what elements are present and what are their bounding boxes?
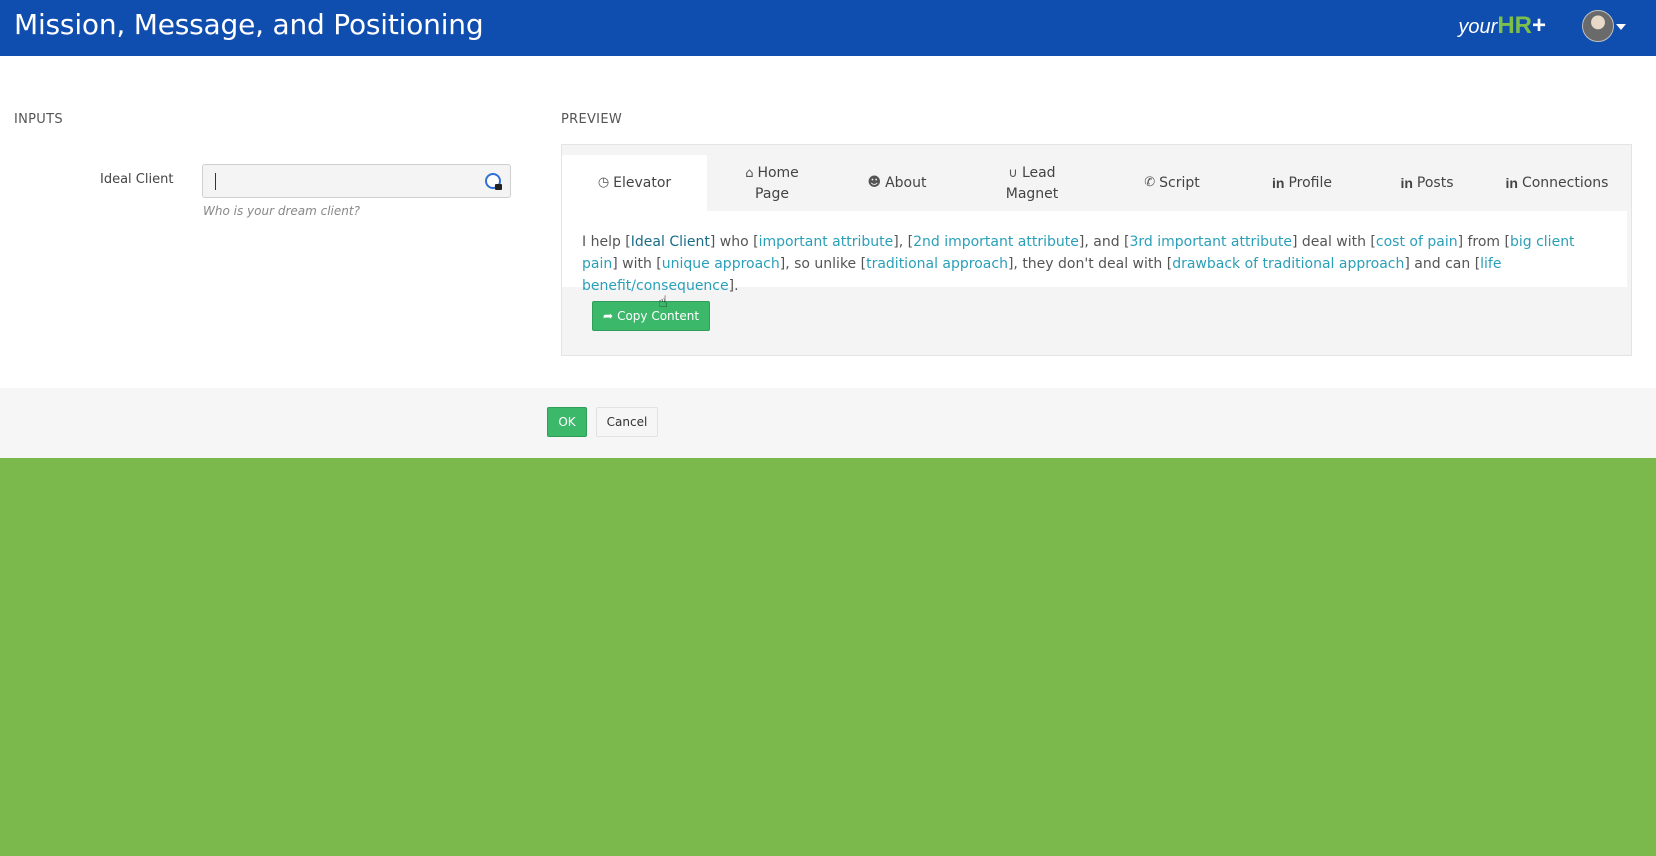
text-cursor (215, 173, 216, 190)
ok-button[interactable]: OK (547, 407, 587, 437)
preview-tabs: ◷ Elevator ⌂ Home Page ☻ About ∪ Lead Magn… (562, 145, 1631, 211)
hand-pointer-icon: ☝ (658, 294, 668, 311)
preview-text-segment: ] with [ (612, 256, 662, 272)
tab-label: Lead (1021, 164, 1056, 181)
linkedin-icon: in (1272, 175, 1285, 191)
preview-text-segment: I help [ (582, 234, 631, 250)
placeholder-unique-approach[interactable]: unique approach (662, 256, 780, 272)
tab-label: Script (1159, 175, 1200, 191)
ideal-client-input[interactable] (202, 164, 511, 198)
tab-about[interactable]: ☻ About (842, 155, 952, 211)
main-content: INPUTS PREVIEW Ideal Client Who is your … (0, 56, 1656, 388)
placeholder-3rd-important-attribute[interactable]: 3rd important attribute (1130, 234, 1292, 250)
ideal-client-label: Ideal Client (100, 172, 174, 187)
tab-label: Posts (1416, 175, 1454, 191)
tab-label: Elevator (613, 175, 672, 191)
brand-plus: + (1531, 12, 1546, 39)
user-icon: ☻ (867, 175, 882, 190)
tab-label: Profile (1288, 175, 1332, 191)
preview-text-segment: ] who [ (709, 234, 759, 250)
brand-hr: HR (1497, 12, 1532, 39)
preview-section-label: PREVIEW (561, 112, 622, 127)
preview-text-segment: ], [ (893, 234, 914, 250)
placeholder-drawback[interactable]: drawback of traditional approach (1172, 256, 1404, 272)
tab-posts[interactable]: in Posts (1372, 155, 1482, 211)
phone-icon: ✆ (1144, 175, 1156, 190)
top-bar: Mission, Message, and Positioning yourHR… (0, 0, 1656, 56)
tab-script[interactable]: ✆ Script (1112, 155, 1232, 211)
tab-label-line1: ⌂ Home (745, 163, 799, 184)
share-icon: ➦ (603, 309, 614, 323)
placeholder-important-attribute[interactable]: important attribute (759, 234, 894, 250)
placeholder-2nd-important-attribute[interactable]: 2nd important attribute (913, 234, 1079, 250)
tab-label: Home (757, 164, 799, 181)
clock-icon: ◷ (597, 175, 610, 190)
preview-text-segment: ] from [ (1457, 234, 1510, 250)
password-manager-icon[interactable] (485, 173, 502, 190)
action-bar: OK Cancel (0, 388, 1656, 458)
tab-connections[interactable]: in Connections (1487, 155, 1627, 211)
tab-label: About (885, 175, 927, 191)
home-icon: ⌂ (745, 165, 754, 181)
brand-logo[interactable]: yourHR+ (1458, 12, 1546, 40)
preview-text-segment: ] deal with [ (1291, 234, 1376, 250)
tab-label-line2: Page (755, 185, 789, 202)
tab-lead-magnet[interactable]: ∪ Lead Magnet (962, 155, 1102, 211)
cancel-button[interactable]: Cancel (596, 407, 658, 437)
tab-profile[interactable]: in Profile (1242, 155, 1362, 211)
caret-down-icon[interactable] (1616, 24, 1626, 30)
linkedin-icon: in (1400, 175, 1413, 191)
tab-label-line1: ∪ Lead (1008, 163, 1055, 184)
preview-text-segment: ], they don't deal with [ (1007, 256, 1173, 272)
tab-home-page[interactable]: ⌂ Home Page (717, 155, 827, 211)
tab-label-line2: Magnet (1005, 185, 1059, 202)
brand-prefix: your (1458, 16, 1498, 38)
tab-elevator[interactable]: ◷ Elevator (562, 155, 707, 211)
inputs-section-label: INPUTS (14, 112, 63, 127)
avatar[interactable] (1582, 10, 1614, 42)
placeholder-cost-of-pain[interactable]: cost of pain (1376, 234, 1458, 250)
linkedin-icon: in (1505, 175, 1518, 191)
page-title: Mission, Message, and Positioning (14, 8, 484, 41)
ideal-client-help: Who is your dream client? (203, 204, 360, 218)
placeholder-ideal-client[interactable]: Ideal Client (631, 234, 710, 250)
magnet-icon: ∪ (1008, 165, 1018, 181)
placeholder-traditional-approach[interactable]: traditional approach (866, 256, 1008, 272)
tab-label: Connections (1521, 175, 1609, 191)
preview-text: I help [Ideal Client] who [important att… (562, 211, 1627, 294)
preview-text-segment: ] and can [ (1404, 256, 1481, 272)
copy-content-button[interactable]: ➦ Copy Content (592, 301, 711, 331)
preview-text-segment: ], so unlike [ (779, 256, 867, 272)
preview-panel: ◷ Elevator ⌂ Home Page ☻ About ∪ Lead Magn… (561, 144, 1632, 356)
preview-footer: ➦ Copy Content (562, 287, 1631, 355)
preview-text-segment: ], and [ (1078, 234, 1130, 250)
